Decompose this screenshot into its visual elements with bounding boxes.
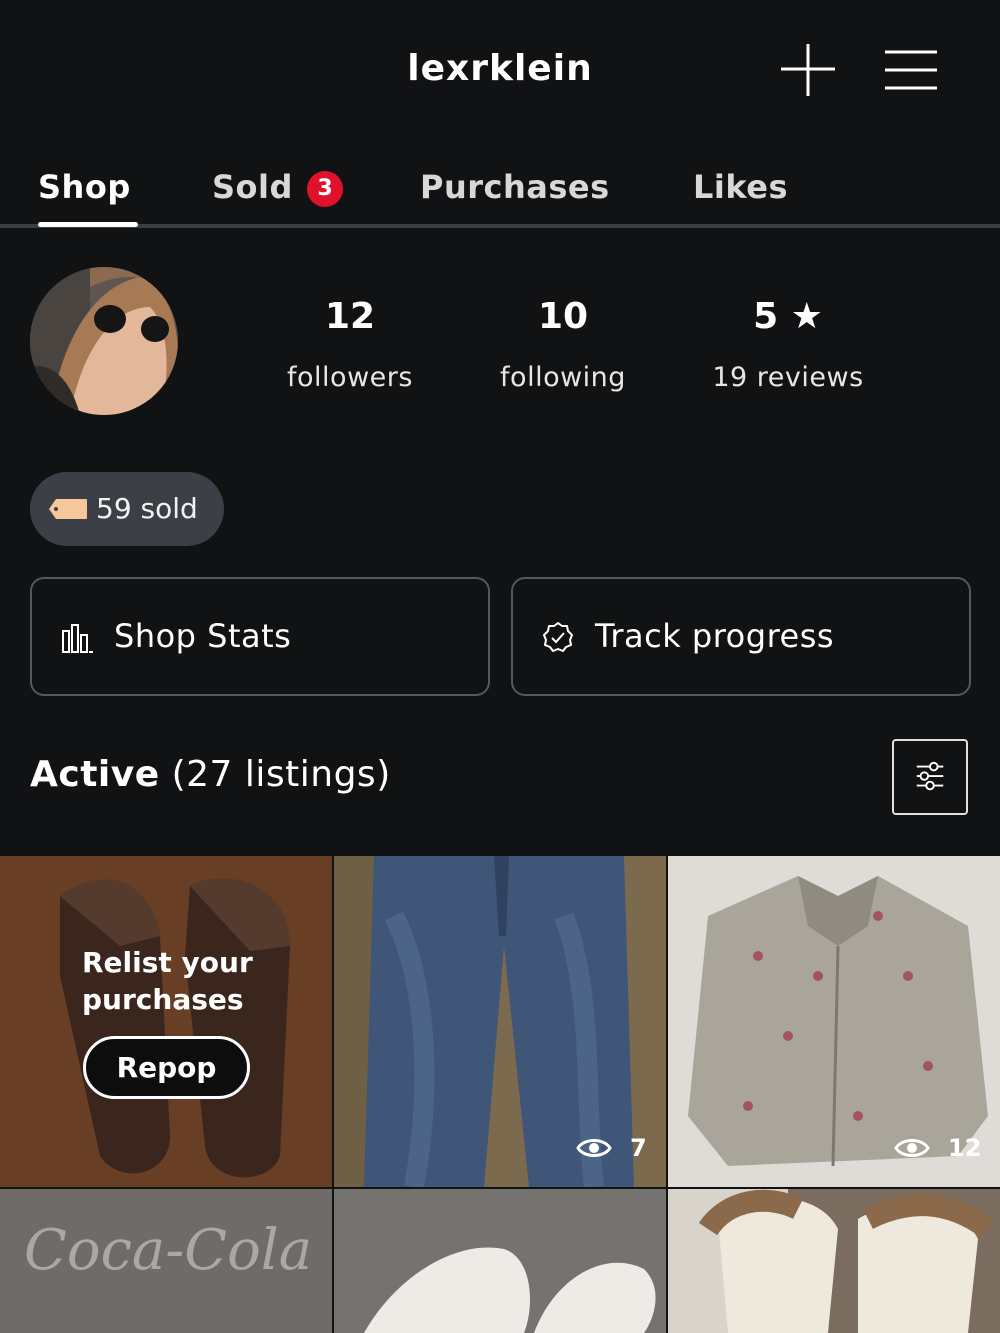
view-count-value: 12	[948, 1134, 982, 1162]
followers-count: 12	[324, 296, 376, 337]
tab-sold[interactable]: Sold	[212, 168, 293, 206]
price-tag-icon	[49, 499, 87, 519]
profile-tabs: Shop Sold Purchases Likes	[0, 160, 1000, 228]
bar-chart-icon	[62, 624, 93, 653]
rating-value: 5 ★	[753, 296, 823, 337]
active-label: Active	[30, 754, 160, 795]
sold-count-badge: 3	[307, 171, 343, 207]
tab-likes[interactable]: Likes	[693, 168, 788, 206]
reviews-label: 19 reviews	[712, 362, 864, 393]
plus-icon[interactable]	[778, 40, 838, 100]
listing-tile-boots[interactable]	[668, 1189, 1000, 1333]
view-count: 12	[894, 1134, 981, 1162]
track-progress-button[interactable]: Track progress	[511, 577, 971, 696]
listing-photo	[668, 1189, 1000, 1333]
listing-tile-shoes[interactable]: Relist your purchases Repop	[0, 856, 332, 1187]
following-count: 10	[537, 296, 589, 337]
followers-stat[interactable]: 12 followers	[250, 296, 450, 393]
avatar-photo	[30, 267, 178, 415]
reviews-stat[interactable]: 5 ★ 19 reviews	[688, 296, 888, 393]
tab-purchases[interactable]: Purchases	[420, 168, 610, 206]
relist-purchases-text: Relist your purchases	[82, 946, 253, 1016]
view-count: 7	[576, 1134, 647, 1162]
top-header: lexrklein	[0, 0, 1000, 140]
avatar[interactable]	[30, 267, 178, 415]
filter-sliders-icon[interactable]	[892, 739, 968, 815]
listing-tile-coca-cola-shirt[interactable]: Coca-Cola	[0, 1189, 332, 1333]
active-listings-heading: Active (27 listings)	[30, 754, 391, 795]
hamburger-menu-icon[interactable]	[880, 44, 942, 96]
listings-grid: Relist your purchases Repop 7 12 Coca-Co…	[0, 856, 1000, 1333]
track-progress-label: Track progress	[595, 617, 835, 655]
listing-photo: Coca-Cola	[0, 1189, 332, 1333]
shop-stats-label: Shop Stats	[114, 617, 292, 655]
listings-count: (27 listings)	[171, 754, 391, 795]
following-label: following	[500, 362, 626, 393]
shop-stats-button[interactable]: Shop Stats	[30, 577, 490, 696]
listing-photo	[334, 1189, 666, 1333]
followers-label: followers	[287, 362, 413, 393]
listing-tile-jeans[interactable]: 7	[334, 856, 666, 1187]
listing-tile-jacket[interactable]: 12	[668, 856, 1000, 1187]
eye-icon	[894, 1139, 930, 1157]
page-title: lexrklein	[407, 48, 593, 89]
repop-button[interactable]: Repop	[83, 1036, 250, 1099]
sold-count-label: 59 sold	[96, 492, 198, 525]
listing-photo	[0, 856, 332, 1187]
eye-icon	[576, 1139, 612, 1157]
tab-shop[interactable]: Shop	[38, 168, 131, 206]
listing-tile-sneakers[interactable]	[334, 1189, 666, 1333]
verified-check-icon	[543, 622, 573, 652]
coca-cola-logo: Coca-Cola	[24, 1218, 312, 1283]
view-count-value: 7	[630, 1134, 647, 1162]
following-stat[interactable]: 10 following	[463, 296, 663, 393]
active-tab-indicator	[38, 222, 138, 227]
sold-count-pill[interactable]: 59 sold	[30, 472, 224, 546]
